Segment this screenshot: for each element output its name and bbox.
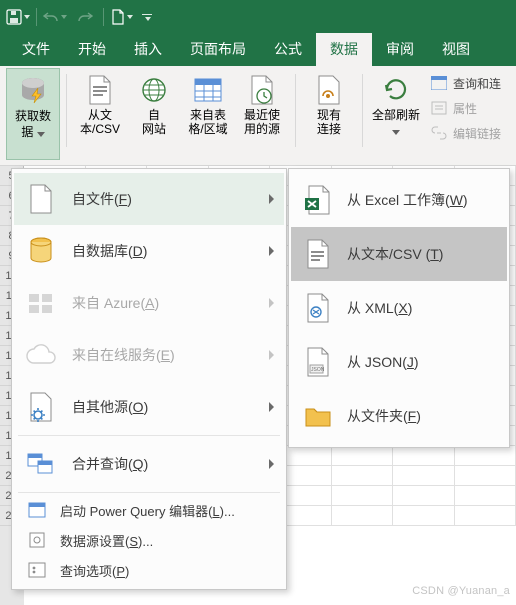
undo-button[interactable] (41, 3, 69, 31)
recent-sources-button[interactable]: 最近使 用的源 (235, 68, 289, 160)
file-gear-icon (27, 391, 55, 423)
menu-from-file[interactable]: 自文件(F) (14, 173, 284, 225)
from-web-button[interactable]: 自 网站 (127, 68, 181, 160)
link-icon (431, 126, 447, 140)
existing-connections-button[interactable]: 现有 连接 (302, 68, 356, 160)
save-icon (6, 9, 22, 25)
menu-query-options[interactable]: 查询选项(P) (14, 555, 284, 585)
refresh-icon (380, 75, 412, 105)
from-table-range-button[interactable]: 来自表 格/区域 (181, 68, 235, 160)
tab-page-layout[interactable]: 页面布局 (176, 33, 260, 66)
tab-home[interactable]: 开始 (64, 33, 120, 66)
menu-from-online-services[interactable]: 来自在线服务(E) (14, 329, 284, 381)
text-csv-icon (85, 74, 115, 106)
svg-text:JSON: JSON (311, 367, 325, 373)
quick-access-toolbar (0, 0, 516, 34)
tab-formulas[interactable]: 公式 (260, 33, 316, 66)
chevron-right-icon (269, 246, 274, 256)
globe-icon (139, 75, 169, 105)
refresh-all-button[interactable]: 全部刷新 (369, 68, 423, 160)
chevron-right-icon (269, 459, 274, 469)
tab-review[interactable]: 审阅 (372, 33, 428, 66)
recent-icon (248, 74, 276, 106)
menu-data-source-settings[interactable]: 数据源设置(S)... (14, 525, 284, 555)
redo-button[interactable] (71, 3, 99, 31)
watermark: CSDN @Yuanan_a (412, 585, 510, 597)
queries-icon (431, 76, 447, 90)
text-file-icon (303, 238, 333, 270)
submenu-from-text-csv[interactable]: 从文本/CSV (T) (291, 227, 507, 281)
pq-editor-icon (28, 502, 46, 518)
tab-file[interactable]: 文件 (8, 33, 64, 66)
queries-connections-button[interactable]: 查询和连 (427, 72, 505, 94)
file-icon (27, 183, 55, 215)
xml-file-icon (303, 292, 333, 324)
cloud-icon (25, 343, 57, 367)
menu-from-database[interactable]: 自数据库(D) (14, 225, 284, 277)
save-button[interactable] (4, 3, 32, 31)
qat-customize-button[interactable] (138, 3, 156, 31)
submenu-from-xml[interactable]: 从 XML(X) (291, 281, 507, 335)
menu-combine-queries[interactable]: 合并查询(Q) (14, 438, 284, 490)
menu-launch-pq-editor[interactable]: 启动 Power Query 编辑器(L)... (14, 495, 284, 525)
chevron-right-icon (269, 298, 274, 308)
from-text-csv-button[interactable]: 从文 本/CSV (73, 68, 127, 160)
tab-insert[interactable]: 插入 (120, 33, 176, 66)
settings-icon (28, 531, 46, 549)
from-file-submenu: 从 Excel 工作簿(W) 从文本/CSV (T) 从 XML(X) JSON… (288, 168, 510, 448)
new-file-button[interactable] (108, 3, 136, 31)
tab-data[interactable]: 数据 (316, 33, 372, 66)
properties-button[interactable]: 属性 (427, 97, 505, 119)
undo-icon (43, 10, 59, 24)
submenu-from-folder[interactable]: 从文件夹(F) (291, 389, 507, 443)
database-bolt-icon (16, 74, 50, 108)
database-icon (28, 236, 54, 266)
excel-file-icon (303, 184, 333, 216)
ribbon-tabs: 文件 开始 插入 页面布局 公式 数据 审阅 视图 (0, 34, 516, 66)
tab-view[interactable]: 视图 (428, 33, 484, 66)
edit-links-button[interactable]: 编辑链接 (427, 122, 505, 144)
chevron-right-icon (269, 402, 274, 412)
get-data-label-1: 获取数 (15, 109, 51, 123)
get-data-label-2: 据 (21, 125, 44, 140)
redo-icon (77, 10, 93, 24)
folder-icon (303, 403, 333, 429)
submenu-from-workbook[interactable]: 从 Excel 工作簿(W) (291, 173, 507, 227)
get-data-menu: 自文件(F) 自数据库(D) 来自 Azure(A) 来自在线服务(E) 自其他… (11, 168, 287, 590)
connection-icon (314, 74, 344, 106)
combine-icon (26, 451, 56, 477)
menu-from-azure[interactable]: 来自 Azure(A) (14, 277, 284, 329)
table-icon (193, 77, 223, 103)
chevron-right-icon (269, 194, 274, 204)
json-file-icon: JSON (303, 346, 333, 378)
page-icon (111, 9, 125, 25)
menu-from-other-sources[interactable]: 自其他源(O) (14, 381, 284, 433)
properties-icon (431, 101, 447, 115)
submenu-from-json[interactable]: JSON 从 JSON(J) (291, 335, 507, 389)
chevron-right-icon (269, 350, 274, 360)
get-data-button[interactable]: 获取数 据 (6, 68, 60, 160)
options-icon (28, 562, 46, 578)
ribbon-data: 获取数 据 从文 本/CSV 自 网站 来自表 格/区域 最近使 用的源 (0, 66, 516, 166)
azure-icon (26, 290, 56, 316)
